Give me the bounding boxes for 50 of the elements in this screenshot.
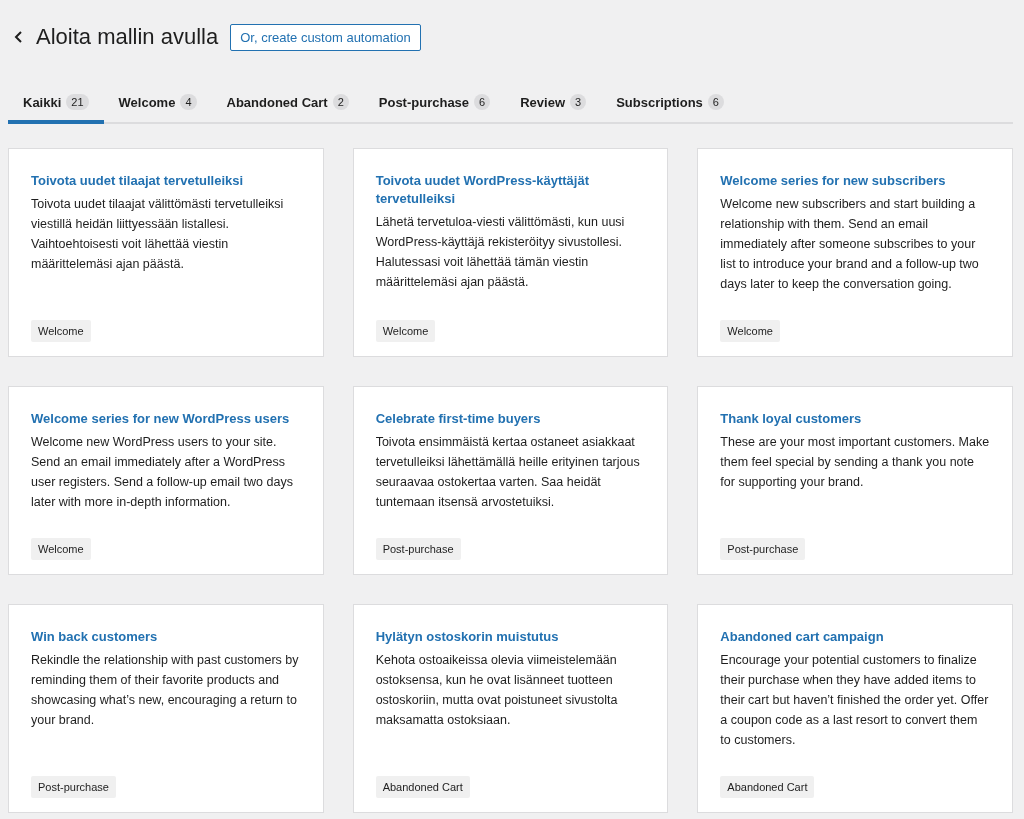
template-description: Lähetä tervetuloa-viesti välittömästi, kun uusi WordPress-käyttäjä rekisteröityy sivustollesi. Halutessasi voit lähettää tämän viestin määrittelemäsi ajan päästä. [375,214,626,291]
category-tab[interactable]: Review 3 [505,84,602,124]
category-tab[interactable]: Welcome 4 [103,84,212,124]
category-tab[interactable]: Post-purchase 6 [363,84,506,124]
template-title[interactable]: Welcome series for new subscribers [720,172,990,190]
template-description: Welcome new subscribers and start building a relationship with them. Send an email immediately after someone subscribes to your list to introduce your brand and a follow-up two days later to keep the conversation going. [720,196,980,293]
category-tag: Post-purchase [31,776,116,798]
category-tag: Welcome [375,320,436,342]
tab-label: Subscriptions [616,94,703,110]
tab-label: Review [520,94,566,110]
category-tag: Post-purchase [375,538,461,560]
template-description: These are your most important customers. Make them feel special by sending a thank you note for supporting your brand. [720,434,990,491]
category-tag: Welcome [31,320,91,342]
tab-label: Post-purchase [378,94,470,110]
category-tag: Welcome [31,538,91,560]
template-description: Welcome new WordPress users to your site. Send an email immediately after a WordPress user registers. Send a follow-up email two days later with more in-depth information. [31,434,294,511]
template-title[interactable]: Abandoned cart campaign [720,628,990,646]
category-tab[interactable]: Subscriptions 6 [601,84,739,124]
count-badge: 4 [180,94,197,110]
template-title[interactable]: Thank loyal customers [720,410,990,428]
template-card[interactable]: Win back customers Rekindle the relationship with past customers by reminding them of their favorite products and showcasing what’s new, encouraging a return to your brand. Post-purchase [8,604,324,813]
count-badge: 2 [332,94,349,110]
template-title[interactable]: Welcome series for new WordPress users [31,410,301,428]
template-description: Rekindle the relationship with past customers by reminding them of their favorite products and showcasing what’s new, encouraging a return to your brand. [31,652,300,729]
tab-label: Abandoned Cart [226,94,328,110]
category-tab[interactable]: Abandoned Cart 2 [211,84,364,124]
category-tag: Welcome [720,320,780,342]
template-title[interactable]: Toivota uudet WordPress-käyttäjät tervetulleiksi [375,172,646,208]
category-tag: Post-purchase [720,538,806,560]
count-badge: 3 [570,94,587,110]
template-card[interactable]: Hylätyn ostoskorin muistutus Kehota ostoaikeissa olevia viimeistelemään ostoksensa, kun he ovat lisänneet tuotteen ostoskoriin, mutta ovat poistuneet sivustolta maksamatta ostoksiaan. Abandoned Cart [352,604,669,813]
page-title: Aloita mallin avulla [36,24,219,50]
template-title[interactable]: Toivota uudet tilaajat tervetulleiksi [31,172,301,190]
tab-label: Kaikki [23,94,62,110]
count-badge: 6 [474,94,491,110]
category-tab[interactable]: Kaikki 21 [8,84,104,124]
tab-label: Welcome [118,94,176,110]
template-card[interactable]: Thank loyal customers These are your most important customers. Make them feel special by sending a thank you note for supporting your brand. Post-purchase [697,386,1013,575]
category-tag: Abandoned Cart [375,776,470,798]
template-title[interactable]: Hylätyn ostoskorin muistutus [375,628,646,646]
template-description: Toivota uudet tilaajat välittömästi tervetulleiksi viestillä heidän liittyessään listallesi. Vaihtoehtoisesti voit lähettää viestin määrittelemäsi ajan päästä. [31,196,285,273]
create-custom-automation-button[interactable]: Or, create custom automation [230,23,421,51]
category-tag: Abandoned Cart [720,776,815,798]
template-title[interactable]: Win back customers [31,628,301,646]
template-description: Toivota ensimmäistä kertaa ostaneet asiakkaat tervetulleiksi lähettämällä heille erityinen tarjous seuraavaa ostokertaa varten. Saa heidät tuntemaan itsensä arvostetuiksi. [375,434,641,511]
template-description: Kehota ostoaikeissa olevia viimeistelemään ostoksensa, kun he ovat lisänneet tuotteen ostoskoriin, mutta ovat poistuneet sivustolta maksamatta ostoksiaan. [375,652,619,729]
template-title[interactable]: Celebrate first-time buyers [375,410,646,428]
count-badge: 21 [66,94,89,110]
count-badge: 6 [707,94,724,110]
template-description: Encourage your potential customers to finalize their purchase when they have added items to their cart but haven’t finished the order yet. Offer a coupon code as a last resort to convert them to customers. [720,652,990,749]
